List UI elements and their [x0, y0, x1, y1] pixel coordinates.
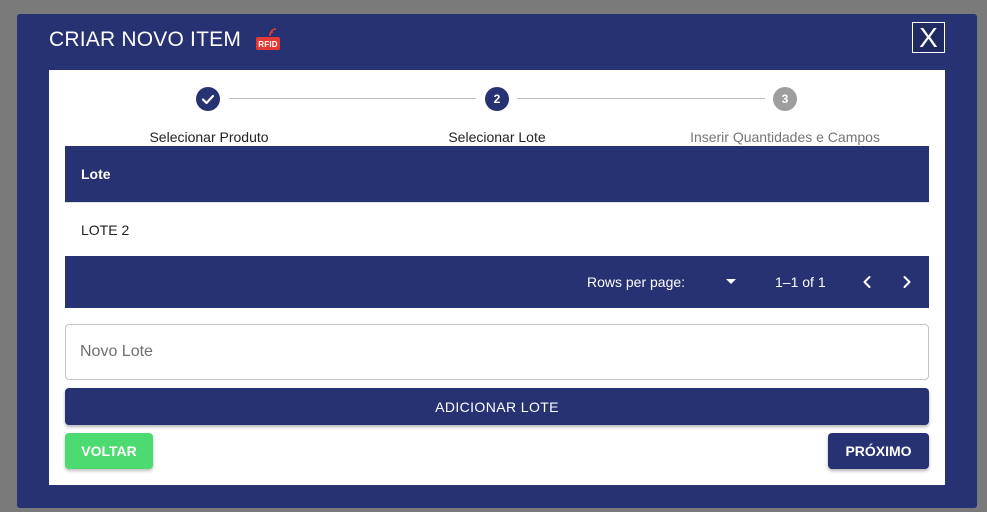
back-button[interactable]: VOLTAR	[65, 433, 153, 469]
step-2-label: Selecionar Lote	[448, 129, 546, 145]
table-pagination: Rows per page: 1–1 of 1	[65, 256, 929, 308]
step-3-label: Inserir Quantidades e Campos	[690, 129, 880, 145]
page-range-label: 1–1 of 1	[775, 274, 826, 290]
check-icon	[201, 94, 215, 105]
rows-per-page-dropdown-icon[interactable]	[726, 279, 736, 284]
table-row[interactable]: LOTE 2	[65, 202, 929, 256]
table-header-lote: Lote	[65, 146, 929, 202]
modal-title: CRIAR NOVO ITEM	[49, 28, 242, 51]
add-lote-button[interactable]: ADICIONAR LOTE	[65, 388, 929, 425]
create-item-modal: CRIAR NOVO ITEM RFID X 2 3 Selecionar Pr…	[17, 14, 977, 508]
step-2-circle: 2	[485, 87, 509, 111]
next-button[interactable]: PRÓXIMO	[828, 433, 929, 469]
novo-lote-input[interactable]	[65, 324, 929, 380]
step-connector-2	[517, 98, 765, 99]
rfid-icon: RFID	[256, 28, 281, 50]
step-1-completed	[196, 87, 220, 111]
modal-content: 2 3 Selecionar Produto Selecionar Lote I…	[49, 70, 945, 485]
chevron-right-icon[interactable]	[895, 270, 919, 294]
step-1-label: Selecionar Produto	[149, 129, 269, 145]
modal-header: CRIAR NOVO ITEM RFID	[49, 28, 281, 52]
rfid-icon-text: RFID	[258, 40, 277, 49]
step-3-circle: 3	[773, 87, 797, 111]
close-button[interactable]: X	[912, 22, 945, 53]
chevron-left-icon[interactable]	[855, 270, 879, 294]
step-connector-1	[229, 98, 476, 99]
rows-per-page-label: Rows per page:	[587, 274, 686, 290]
